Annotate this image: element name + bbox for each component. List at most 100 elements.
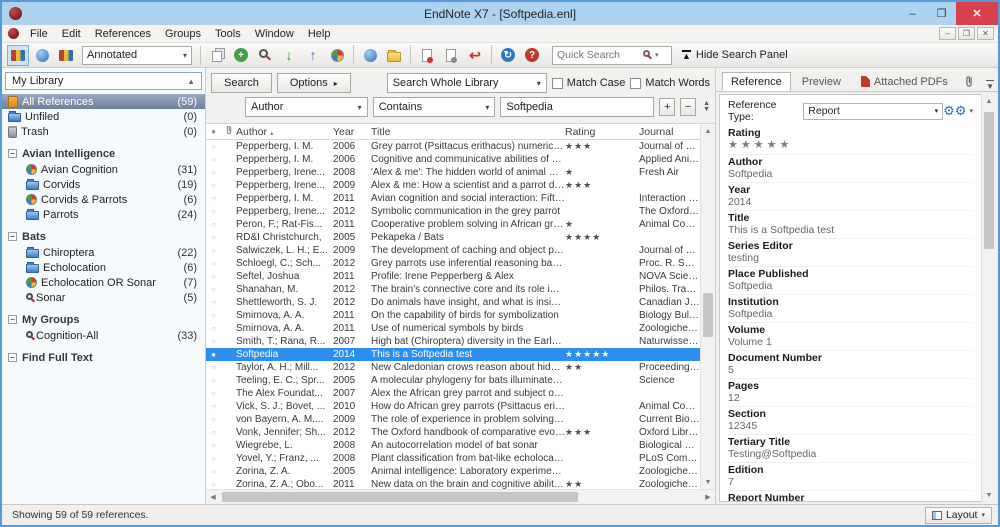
sidebar-item-all-references[interactable]: All References(59)	[2, 94, 205, 109]
match-words-checkbox[interactable]: Match Words	[630, 77, 710, 89]
column-header-author[interactable]: Author▴	[236, 126, 333, 138]
tab-preview[interactable]: Preview	[793, 72, 850, 91]
chevron-down-icon[interactable]: ▾	[655, 51, 659, 59]
table-row[interactable]: ○Pepperberg, I. M.2006Cognitive and comm…	[206, 153, 700, 166]
search-line-spinner[interactable]: ▲▼	[701, 101, 710, 113]
menu-item-groups[interactable]: Groups	[158, 25, 208, 43]
new-reference-button[interactable]: +	[230, 45, 252, 66]
maximize-button[interactable]: ❐	[927, 2, 956, 25]
online-search-mode-button[interactable]	[31, 45, 53, 66]
tab-reference[interactable]: Reference	[722, 72, 791, 91]
menu-item-edit[interactable]: Edit	[55, 25, 88, 43]
export-button[interactable]: ↑	[302, 45, 324, 66]
rating-stars[interactable]: ★★★★★	[728, 139, 973, 152]
insert-citation-button[interactable]	[416, 45, 438, 66]
collapse-expander-icon[interactable]: −	[8, 353, 17, 362]
scrollbar-thumb[interactable]	[703, 293, 713, 337]
remove-search-line-button[interactable]: −	[680, 98, 696, 116]
sidebar-group-header-avian-intelligence[interactable]: −Avian Intelligence	[2, 145, 205, 162]
import-button[interactable]: ↓	[278, 45, 300, 66]
sidebar-item-echolocation-or-sonar[interactable]: Echolocation OR Sonar(7)	[2, 275, 205, 290]
table-row[interactable]: ○Schloegl, C.; Sch...2012Grey parrots us…	[206, 257, 700, 270]
table-row[interactable]: ○Pepperberg, Irene...2012Symbolic commun…	[206, 205, 700, 218]
table-row[interactable]: ○Yovel, Y.; Franz, ...2008Plant classifi…	[206, 452, 700, 465]
sidebar-group-header-my-groups[interactable]: −My Groups	[2, 311, 205, 328]
search-operator-select[interactable]: Contains ▾	[373, 97, 496, 117]
reference-field-report-number[interactable]: Report Number08JUL03	[728, 491, 973, 502]
hide-search-panel-button[interactable]: ▲ Hide Search Panel	[682, 49, 788, 61]
scroll-right-icon[interactable]: ▶	[701, 490, 715, 504]
mdi-restore-button[interactable]: ❐	[958, 27, 975, 40]
table-row[interactable]: ○Smirnova, A. A.2011Use of numerical sym…	[206, 322, 700, 335]
menu-item-references[interactable]: References	[88, 25, 158, 43]
reference-field-section[interactable]: Section12345	[728, 407, 973, 435]
table-row[interactable]: ○Zorina, Z. A.2005Animal intelligence: L…	[206, 465, 700, 478]
table-row[interactable]: ○von Bayern, A. M....2009The role of exp…	[206, 413, 700, 426]
mdi-minimize-button[interactable]: –	[939, 27, 956, 40]
column-header-rating[interactable]: Rating	[565, 126, 639, 138]
menu-item-tools[interactable]: Tools	[208, 25, 248, 43]
return-to-word-processor-button[interactable]: ↩	[464, 45, 486, 66]
reference-field-rating[interactable]: Rating★★★★★	[728, 126, 973, 155]
reference-field-volume[interactable]: VolumeVolume 1	[728, 323, 973, 351]
sidebar-item-corvids[interactable]: Corvids(19)	[2, 177, 205, 192]
scroll-down-icon[interactable]: ▼	[701, 475, 715, 489]
scroll-left-icon[interactable]: ◀	[206, 490, 220, 504]
collapse-expander-icon[interactable]: −	[8, 149, 17, 158]
table-row[interactable]: ○Smith, T.; Rana, R...2007High bat (Chir…	[206, 335, 700, 348]
table-header[interactable]: ● Author▴ Year Title Rating Journal	[206, 124, 700, 140]
help-button[interactable]: ?	[521, 45, 543, 66]
output-style-select[interactable]: Annotated ▾	[82, 46, 192, 65]
table-row[interactable]: ○Pepperberg, I. M.2006Grey parrot (Psitt…	[206, 140, 700, 153]
pin-panel-icon[interactable]: ▼	[986, 80, 994, 91]
table-row[interactable]: ○The Alex Foundat...2007Alex the African…	[206, 387, 700, 400]
table-row[interactable]: ○Wiegrebe, L.2008An autocorrelation mode…	[206, 439, 700, 452]
table-row[interactable]: ○Seftel, Joshua2011Profile: Irene Pepper…	[206, 270, 700, 283]
scroll-up-icon[interactable]: ▲	[701, 124, 715, 138]
format-bibliography-button[interactable]	[440, 45, 462, 66]
column-header-year[interactable]: Year	[333, 126, 371, 138]
reference-field-place-published[interactable]: Place PublishedSoftpedia	[728, 267, 973, 295]
sidebar-item-echolocation[interactable]: Echolocation(6)	[2, 260, 205, 275]
scroll-up-icon[interactable]: ▲	[982, 94, 996, 108]
table-row[interactable]: ○RD&I Christchurch,2005Pekapeka / Bats★★…	[206, 231, 700, 244]
table-row[interactable]: ○Zorina, Z. A.; Obo...2011New data on th…	[206, 478, 700, 489]
reference-field-institution[interactable]: InstitutionSoftpedia	[728, 295, 973, 323]
vertical-scrollbar[interactable]: ▲ ▼	[700, 124, 715, 489]
collapse-chevron-icon[interactable]: ▲	[187, 77, 195, 86]
column-header-journal[interactable]: Journal	[639, 126, 700, 138]
sidebar-item-corvids-parrots[interactable]: Corvids & Parrots(6)	[2, 192, 205, 207]
sidebar-item-cognition-all[interactable]: Cognition-All(33)	[2, 328, 205, 343]
find-full-text-button[interactable]	[326, 45, 348, 66]
reference-field-year[interactable]: Year2014	[728, 183, 973, 211]
tab-attached-pdfs[interactable]: Attached PDFs	[852, 72, 957, 91]
sidebar-item-unfiled[interactable]: Unfiled(0)	[2, 109, 205, 124]
menu-item-window[interactable]: Window	[248, 25, 301, 43]
options-button[interactable]: Options ▸	[277, 73, 351, 93]
table-row[interactable]: ○Teeling, E. C.; Spr...2005A molecular p…	[206, 374, 700, 387]
mdi-close-button[interactable]: ✕	[977, 27, 994, 40]
menu-item-file[interactable]: File	[23, 25, 55, 43]
search-button[interactable]: Search	[211, 73, 272, 93]
reference-field-title[interactable]: TitleThis is a Softpedia test	[728, 211, 973, 239]
reference-type-select[interactable]: Report ▾	[803, 103, 943, 120]
search-scope-select[interactable]: Search Whole Library ▾	[387, 73, 547, 93]
horizontal-scrollbar[interactable]: ◀ ▶	[206, 489, 715, 504]
sync-library-button[interactable]	[359, 45, 381, 66]
menu-item-help[interactable]: Help	[301, 25, 338, 43]
scrollbar-thumb[interactable]	[984, 112, 994, 249]
scrollbar-thumb[interactable]	[222, 492, 578, 502]
quick-search-input[interactable]	[557, 49, 643, 61]
match-case-checkbox[interactable]: Match Case	[552, 77, 626, 89]
reference-field-tertiary-title[interactable]: Tertiary TitleTesting@Softpedia	[728, 435, 973, 463]
copy-references-button[interactable]	[206, 45, 228, 66]
sidebar-item-avian-cognition[interactable]: Avian Cognition(31)	[2, 162, 205, 177]
integrated-library-mode-button[interactable]	[55, 45, 77, 66]
collapse-expander-icon[interactable]: −	[8, 315, 17, 324]
sidebar-item-chiroptera[interactable]: Chiroptera(22)	[2, 245, 205, 260]
minimize-button[interactable]: –	[898, 2, 927, 25]
table-row[interactable]: ○Pepperberg, Irene...2009Alex & me: How …	[206, 179, 700, 192]
local-library-mode-button[interactable]	[7, 45, 29, 66]
sidebar-group-header-find-full-text[interactable]: −Find Full Text	[2, 349, 205, 366]
online-search-button[interactable]	[254, 45, 276, 66]
